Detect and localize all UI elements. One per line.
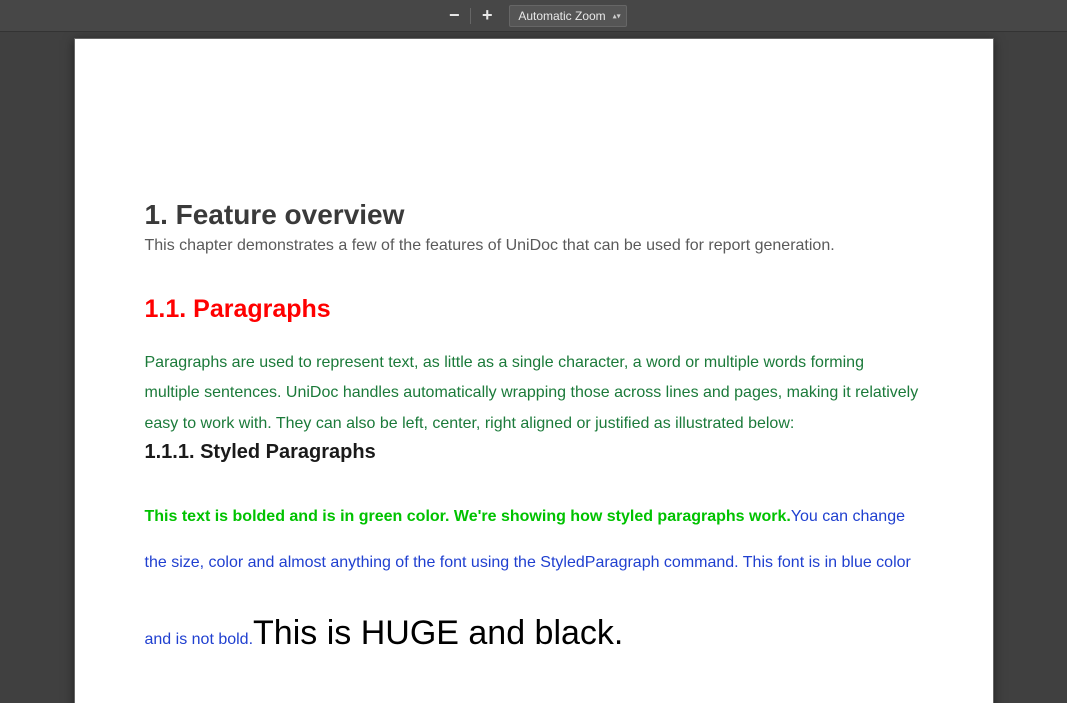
toolbar-separator	[470, 8, 471, 24]
intro-paragraph: This chapter demonstrates a few of the f…	[145, 237, 923, 255]
pdf-page: 1. Feature overview This chapter demonst…	[74, 38, 994, 703]
pdf-viewer[interactable]: 1. Feature overview This chapter demonst…	[0, 32, 1067, 703]
dropdown-icon: ▴▾	[613, 11, 621, 20]
zoom-in-button[interactable]: +	[473, 4, 501, 28]
zoom-out-button[interactable]: −	[440, 4, 468, 28]
zoom-mode-select[interactable]: Automatic Zoom ▴▾	[509, 5, 626, 27]
zoom-mode-label: Automatic Zoom	[518, 9, 605, 23]
styled-huge: This is HUGE and black.	[253, 614, 623, 652]
styled-green-bold: This text is bolded and is in green colo…	[145, 508, 791, 525]
pdf-toolbar: − + Automatic Zoom ▴▾	[0, 0, 1067, 32]
heading-2: 1.1. Paragraphs	[145, 295, 923, 324]
heading-1: 1. Feature overview	[145, 199, 923, 231]
styled-paragraph: This text is bolded and is in green colo…	[145, 494, 923, 682]
paragraph-description: Paragraphs are used to represent text, a…	[145, 348, 923, 439]
heading-3: 1.1.1. Styled Paragraphs	[145, 441, 923, 464]
